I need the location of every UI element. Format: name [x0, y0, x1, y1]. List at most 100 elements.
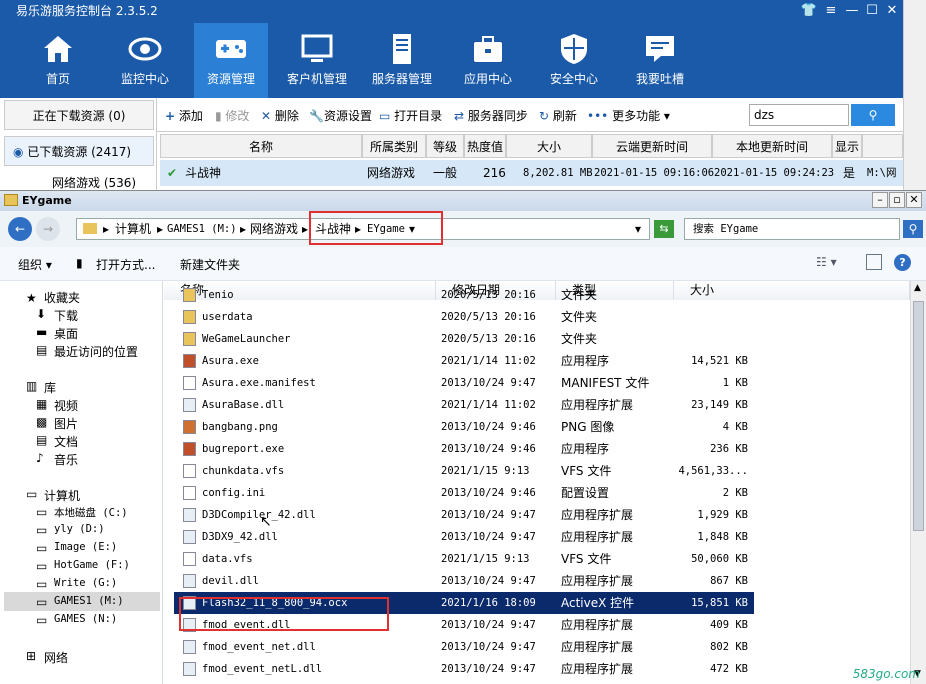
file-name: fmod_event_netL.dll: [202, 663, 323, 675]
file-row[interactable]: Tenio 2020/5/13 20:16 文件夹: [174, 284, 754, 306]
sidebar-downloaded-label: 已下载资源 (2417): [27, 145, 132, 159]
nav-music[interactable]: 音乐: [54, 451, 78, 468]
nav-clients[interactable]: 客户机管理: [280, 23, 354, 98]
preview-pane-icon[interactable]: [866, 254, 882, 270]
nav-videos[interactable]: 视频: [54, 397, 78, 414]
organize-button[interactable]: 组织 ▾: [18, 256, 52, 273]
forward-button[interactable]: →: [36, 217, 60, 241]
col-cloud-time[interactable]: 云端更新时间: [592, 134, 712, 158]
file-name: userdata: [202, 311, 253, 323]
refresh-icon[interactable]: ⇆: [654, 220, 674, 238]
breadcrumb-highlight: [309, 211, 443, 245]
col-category[interactable]: 所属类别: [362, 134, 426, 158]
maximize-icon[interactable]: ▫: [889, 192, 905, 208]
search-button[interactable]: ⚲: [851, 104, 895, 126]
file-row[interactable]: data.vfs 2021/1/15 9:13 VFS 文件 50,060 KB: [174, 548, 754, 570]
col-name[interactable]: 名称: [160, 134, 362, 158]
scroll-thumb[interactable]: [913, 301, 924, 531]
crumb-netgames[interactable]: 网络游戏: [250, 219, 298, 239]
nav-security[interactable]: 安全中心: [537, 23, 611, 98]
nav-pictures[interactable]: 图片: [54, 415, 78, 432]
nav-favorites[interactable]: 收藏夹: [44, 289, 80, 306]
nav-resources[interactable]: 资源管理: [194, 23, 268, 98]
file-date: 2013/10/24 9:46: [441, 443, 536, 455]
sidebar-netgames[interactable]: 网络游戏 (536): [52, 174, 136, 191]
more-button[interactable]: ••• 更多功能 ▾: [587, 107, 670, 124]
file-row[interactable]: bangbang.png 2013/10/24 9:46 PNG 图像 4 KB: [174, 416, 754, 438]
nav-recent[interactable]: 最近访问的位置: [54, 343, 138, 360]
nav-downloads[interactable]: 下载: [54, 307, 78, 324]
sidebar-downloading[interactable]: 正在下载资源 (0): [4, 100, 154, 130]
vertical-scrollbar[interactable]: ▲ ▼: [910, 281, 926, 684]
resource-table: 名称 所属类别 等级 热度值 大小 云端更新时间 本地更新时间 显示 ✔ 斗战神…: [157, 132, 903, 190]
nav-computer[interactable]: 计算机: [44, 487, 80, 504]
file-type: 应用程序扩展: [561, 640, 634, 654]
file-row[interactable]: userdata 2020/5/13 20:16 文件夹: [174, 306, 754, 328]
close-icon[interactable]: ✕: [883, 2, 901, 20]
nav-home[interactable]: 首页: [21, 23, 95, 98]
delete-button[interactable]: ✕ 删除: [261, 107, 299, 124]
minimize-icon[interactable]: —: [843, 2, 861, 20]
nav-drive[interactable]: HotGame (F:): [54, 559, 130, 571]
nav-drive[interactable]: GAMES1 (M:): [54, 595, 124, 607]
menu-icon[interactable]: ≡: [822, 2, 840, 20]
col-heat[interactable]: 热度值: [464, 134, 506, 158]
view-options-icon[interactable]: ☷ ▾: [816, 255, 837, 269]
network-icon: ⊞: [26, 649, 37, 663]
shirt-icon[interactable]: 👕: [800, 2, 818, 20]
resource-search-input[interactable]: dzs: [749, 104, 849, 126]
nav-feedback[interactable]: 我要吐槽: [623, 23, 697, 98]
nav-drive[interactable]: yly (D:): [54, 523, 105, 535]
crumb-computer[interactable]: 计算机: [115, 219, 151, 239]
file-row[interactable]: config.ini 2013/10/24 9:46 配置设置 2 KB: [174, 482, 754, 504]
col-level[interactable]: 等级: [426, 134, 464, 158]
file-row[interactable]: bugreport.exe 2013/10/24 9:46 应用程序 236 KB: [174, 438, 754, 460]
nav-libraries[interactable]: 库: [44, 379, 56, 396]
edit-button[interactable]: ▮ 修改: [215, 107, 249, 124]
crumb-drive[interactable]: GAMES1 (M:): [167, 219, 237, 239]
nav-monitor[interactable]: 监控中心: [108, 23, 182, 98]
nav-drive[interactable]: Write (G:): [54, 577, 117, 589]
file-row[interactable]: chunkdata.vfs 2021/1/15 9:13 VFS 文件 4,561,3…: [174, 460, 754, 482]
file-row[interactable]: Asura.exe.manifest 2013/10/24 9:47 MANIFES…: [174, 372, 754, 394]
explorer-window: EYgame – ▫ ✕ ← → ▸ 计算机 ▸ GAMES1 (M:) ▸ 网…: [0, 190, 926, 684]
open-with-button[interactable]: 打开方式...: [96, 256, 155, 273]
nav-apps[interactable]: 应用中心: [451, 23, 525, 98]
refresh-button[interactable]: ↻ 刷新: [539, 107, 577, 124]
add-button[interactable]: + 添加: [165, 107, 203, 124]
file-row[interactable]: Asura.exe 2021/1/14 11:02 应用程序 14,521 KB: [174, 350, 754, 372]
dll-icon: [183, 574, 196, 588]
file-row[interactable]: fmod_event_netL.dll 2013/10/24 9:47 应用程序扩展…: [174, 658, 754, 680]
file-row[interactable]: WeGameLauncher 2020/5/13 20:16 文件夹: [174, 328, 754, 350]
file-row[interactable]: fmod_event_net.dll 2013/10/24 9:47 应用程序扩展 8…: [174, 636, 754, 658]
explorer-search-input[interactable]: 搜索 EYgame: [684, 218, 900, 240]
search-icon[interactable]: ⚲: [903, 220, 923, 238]
file-row[interactable]: AsuraBase.dll 2021/1/14 11:02 应用程序扩展 23,149…: [174, 394, 754, 416]
explorer-titlebar: EYgame – ▫ ✕: [0, 191, 926, 211]
minimize-icon[interactable]: –: [872, 192, 888, 208]
nav-drive[interactable]: GAMES (N:): [54, 613, 117, 625]
new-folder-button[interactable]: 新建文件夹: [180, 256, 240, 273]
nav-desktop[interactable]: 桌面: [54, 325, 78, 342]
col-path[interactable]: [862, 134, 903, 158]
col-local-time[interactable]: 本地更新时间: [712, 134, 832, 158]
check-icon: ✔: [167, 160, 178, 186]
file-row[interactable]: devil.dll 2013/10/24 9:47 应用程序扩展 867 KB: [174, 570, 754, 592]
nav-documents[interactable]: 文档: [54, 433, 78, 450]
back-button[interactable]: ←: [8, 217, 32, 241]
nav-network[interactable]: 网络: [44, 649, 68, 666]
col-show[interactable]: 显示: [832, 134, 862, 158]
maximize-icon[interactable]: ☐: [863, 2, 881, 20]
nav-drive[interactable]: Image (E:): [54, 541, 117, 553]
res-settings-button[interactable]: 🔧资源设置: [309, 107, 372, 124]
open-dir-button[interactable]: ▭ 打开目录: [379, 107, 442, 124]
col-size[interactable]: 大小: [506, 134, 592, 158]
scroll-up-icon[interactable]: ▲: [914, 283, 921, 293]
server-sync-button[interactable]: ⇄ 服务器同步: [454, 107, 528, 124]
sidebar-downloaded[interactable]: ◉ 已下载资源 (2417): [4, 136, 154, 166]
chevron-down-icon[interactable]: ▾: [635, 219, 641, 239]
close-icon[interactable]: ✕: [906, 192, 922, 208]
nav-drive[interactable]: 本地磁盘 (C:): [54, 505, 128, 520]
nav-servers[interactable]: 服务器管理: [365, 23, 439, 98]
help-icon[interactable]: ?: [894, 254, 911, 271]
